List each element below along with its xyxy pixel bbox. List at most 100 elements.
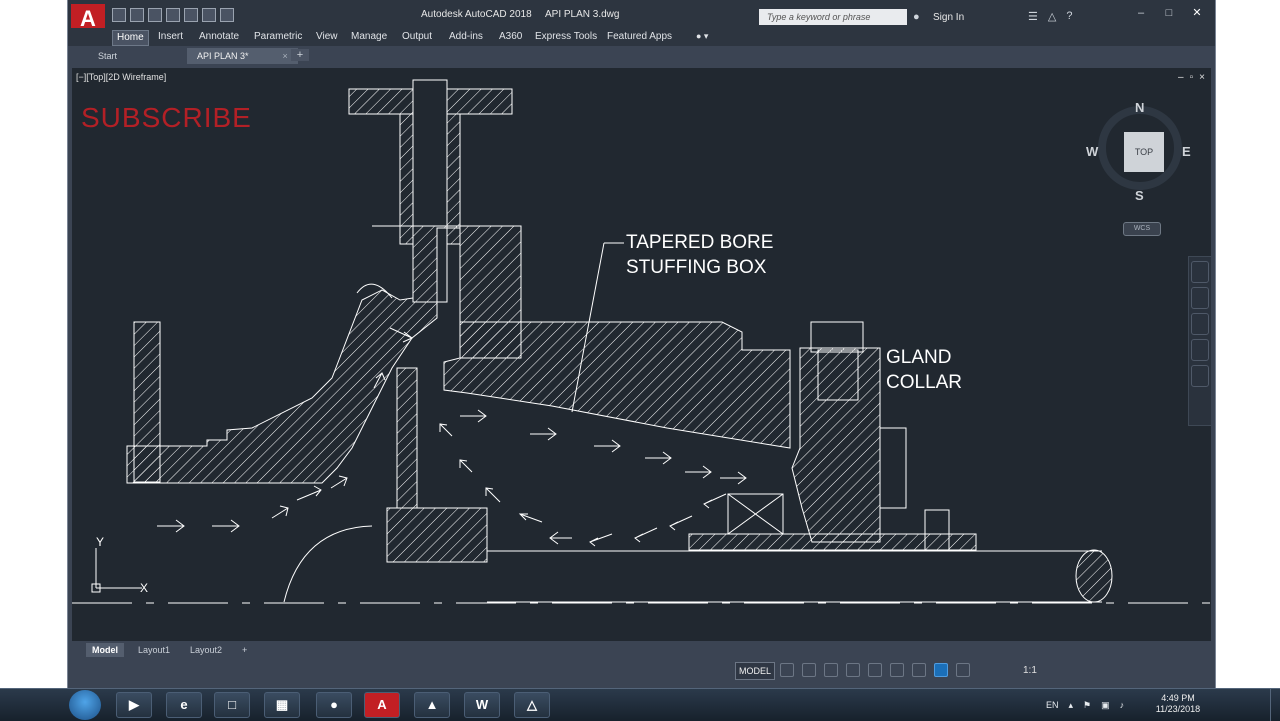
desktop-background-left	[0, 0, 67, 688]
impeller-hub	[396, 367, 418, 509]
tab-model[interactable]: Model	[86, 643, 124, 657]
tab-home[interactable]: Home	[112, 30, 149, 46]
snap-icon[interactable]	[802, 663, 816, 677]
ribbon-tab-bar: Home Insert Annotate Parametric View Man…	[68, 28, 1215, 46]
annotation-scale[interactable]: 1:1	[1023, 665, 1037, 676]
tray-expand-icon[interactable]: ▴	[1069, 700, 1074, 711]
isodraft-icon[interactable]	[868, 663, 882, 677]
internet-explorer-icon[interactable]: e	[166, 692, 202, 718]
desktop-background-right	[1214, 0, 1280, 688]
compass-south[interactable]: S	[1135, 188, 1144, 203]
annotation-visibility-icon[interactable]	[934, 663, 948, 677]
showmotion-icon[interactable]	[1191, 365, 1209, 387]
viewcube[interactable]: TOP N S E W	[1086, 98, 1191, 203]
minimize-icon[interactable]: –	[1127, 4, 1155, 22]
autocad-taskbar-icon[interactable]: A	[364, 692, 400, 718]
tab-manage[interactable]: Manage	[347, 30, 391, 44]
search-input[interactable]: Type a keyword or phrase	[759, 9, 907, 25]
calculator-icon[interactable]: ▦	[264, 692, 300, 718]
language-indicator[interactable]: EN	[1046, 700, 1059, 711]
title-bar-tools: ☰ △ ?	[1028, 10, 1072, 23]
file-tab-api-plan[interactable]: API PLAN 3* ×	[187, 48, 298, 64]
viewcube-top-face[interactable]: TOP	[1124, 132, 1164, 172]
ortho-icon[interactable]	[824, 663, 838, 677]
system-tray: EN ▴ ⚑ ▣ ♪	[1046, 700, 1124, 711]
tab-view[interactable]: View	[312, 30, 342, 44]
windows-taskbar: ▶ e □ ▦ ● A ▲ W △ EN ▴ ⚑ ▣ ♪ 4:49 PM 11/…	[0, 688, 1280, 721]
callout-tapered-bore: TAPERED BORE STUFFING BOX	[626, 230, 773, 280]
file-title: API PLAN 3.dwg	[544, 9, 620, 20]
tab-featured-apps[interactable]: Featured Apps	[603, 30, 676, 44]
tab-layout2[interactable]: Layout2	[184, 643, 228, 657]
ucs-y-label: Y	[96, 535, 104, 549]
compass-west[interactable]: W	[1086, 144, 1098, 159]
zoom-icon[interactable]	[1191, 313, 1209, 335]
window-title: Autodesk AutoCAD 2018 API PLAN 3.dwg	[421, 9, 619, 20]
word-icon[interactable]: W	[464, 692, 500, 718]
tab-annotate[interactable]: Annotate	[195, 30, 243, 44]
tab-express-tools[interactable]: Express Tools	[531, 30, 601, 44]
show-desktop-button[interactable]	[1270, 689, 1280, 721]
autoscale-icon[interactable]	[956, 663, 970, 677]
plot-icon[interactable]	[184, 8, 198, 22]
tab-a360[interactable]: A360	[495, 30, 526, 44]
save-icon[interactable]	[148, 8, 162, 22]
help-icon[interactable]: ?	[1066, 10, 1072, 23]
close-icon[interactable]: ✕	[1183, 4, 1211, 22]
osnap-icon[interactable]	[912, 663, 926, 677]
wcs-menu[interactable]: WCS	[1123, 222, 1161, 236]
navigation-bar	[1188, 256, 1211, 426]
file-explorer-icon[interactable]: □	[214, 692, 250, 718]
file-tab-start[interactable]: Start	[98, 48, 117, 64]
flag-icon[interactable]: ⚑	[1083, 700, 1091, 711]
pump-seal-drawing: X Y	[72, 79, 1211, 604]
exchange-icon[interactable]: △	[1048, 10, 1056, 23]
orbit-icon[interactable]	[1191, 339, 1209, 361]
add-layout-button[interactable]: +	[236, 643, 253, 657]
new-tab-button[interactable]: +	[291, 49, 309, 61]
tab-parametric[interactable]: Parametric	[250, 30, 306, 44]
compass-north[interactable]: N	[1135, 100, 1144, 115]
layout-tab-bar: Model Layout1 Layout2 +	[68, 641, 1215, 659]
tab-insert[interactable]: Insert	[154, 30, 187, 44]
object-snap-tracking-icon[interactable]	[890, 663, 904, 677]
volume-icon[interactable]: ♪	[1120, 700, 1125, 711]
polar-icon[interactable]	[846, 663, 860, 677]
gland-body	[791, 347, 881, 543]
pan-icon[interactable]	[1191, 287, 1209, 309]
open-file-icon[interactable]	[130, 8, 144, 22]
vlc-icon[interactable]: △	[514, 692, 550, 718]
tab-layout1[interactable]: Layout1	[132, 643, 176, 657]
start-button[interactable]	[69, 690, 101, 720]
save-as-icon[interactable]	[166, 8, 180, 22]
taskbar-clock[interactable]: 4:49 PM 11/23/2018	[1148, 693, 1208, 715]
new-file-icon[interactable]	[112, 8, 126, 22]
tapered-bore-stuffing-box	[443, 321, 791, 449]
title-bar: A Autodesk AutoCAD 2018 API PLAN 3.dwg T…	[68, 0, 1215, 34]
tab-add-ins[interactable]: Add-ins	[445, 30, 487, 44]
undo-icon[interactable]	[202, 8, 216, 22]
sign-in-button[interactable]: Sign In	[933, 12, 964, 23]
grid-icon[interactable]	[780, 663, 794, 677]
user-icon: ●	[913, 11, 920, 23]
tab-output[interactable]: Output	[398, 30, 436, 44]
camtasia-icon[interactable]: ▲	[414, 692, 450, 718]
ribbon-options-icon[interactable]: ● ▾	[696, 31, 708, 42]
cart-icon[interactable]: ☰	[1028, 10, 1038, 23]
callout-gland-collar: GLAND COLLAR	[886, 345, 962, 395]
clock-time: 4:49 PM	[1161, 693, 1195, 703]
maximize-icon[interactable]: □	[1155, 4, 1183, 22]
drawing-canvas[interactable]: [−][Top][2D Wireframe] – ▫ × SUBSCRIBE X…	[72, 68, 1211, 641]
casing-left-flange	[133, 321, 161, 483]
steering-wheel-icon[interactable]	[1191, 261, 1209, 283]
callout-gland-line1: GLAND	[886, 347, 952, 368]
chrome-icon[interactable]: ●	[316, 692, 352, 718]
compass-east[interactable]: E	[1182, 144, 1191, 159]
quick-access-toolbar	[112, 8, 234, 24]
close-tab-icon[interactable]: ×	[283, 51, 288, 61]
callout-gland-line2: COLLAR	[886, 372, 963, 393]
media-player-icon[interactable]: ▶	[116, 692, 152, 718]
redo-icon[interactable]	[220, 8, 234, 22]
network-icon[interactable]: ▣	[1101, 700, 1110, 711]
model-space-button[interactable]: MODEL	[735, 662, 776, 680]
